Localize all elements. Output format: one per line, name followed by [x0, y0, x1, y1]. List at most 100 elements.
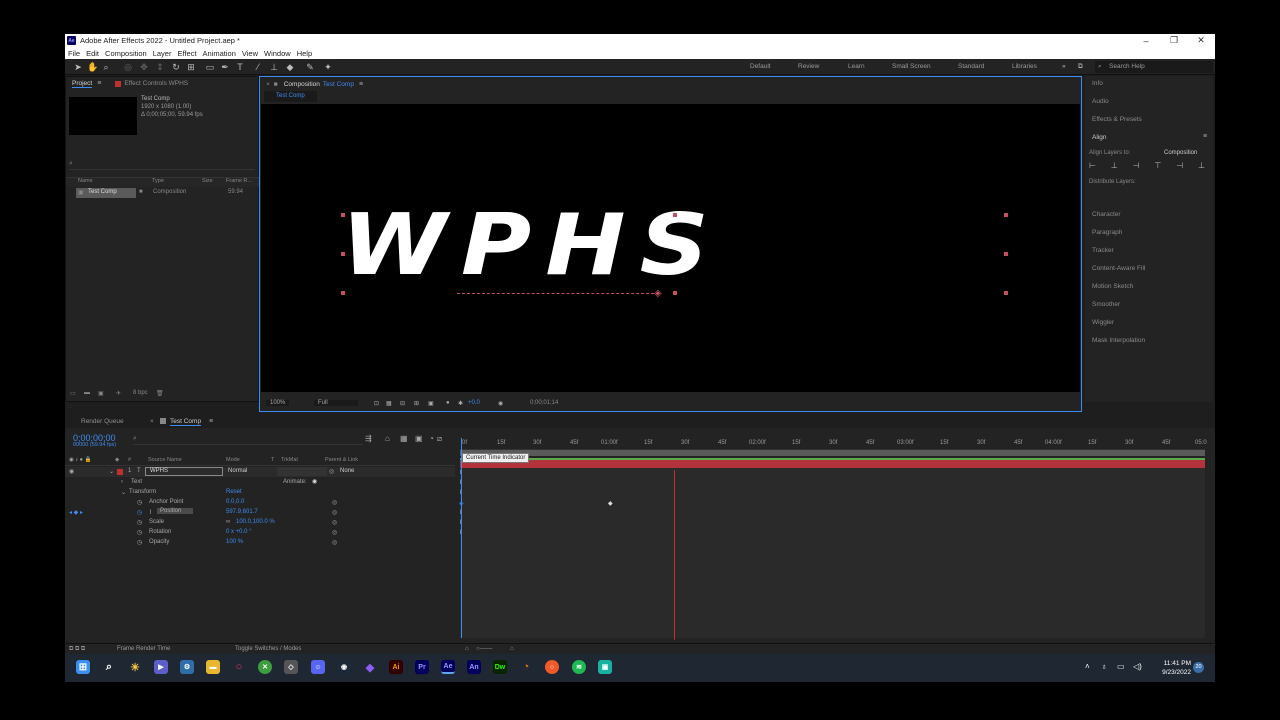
close-tab-icon[interactable]: × — [150, 418, 154, 425]
menu-view[interactable]: View — [242, 49, 258, 58]
label-color[interactable] — [117, 469, 123, 475]
parent-select[interactable]: None — [340, 468, 354, 474]
property-group-transform[interactable]: ⌄ Transform Reset — [65, 488, 455, 498]
guides-icon[interactable]: ⊞ — [414, 400, 419, 407]
hand-tool-icon[interactable]: ✋ — [87, 62, 98, 72]
panel-tracker[interactable]: Tracker — [1092, 247, 1114, 254]
col-trkmat[interactable]: TrkMat — [281, 457, 298, 463]
pick-whip-icon[interactable]: ◎ — [332, 529, 337, 536]
align-left-icon[interactable]: ⊢ — [1089, 161, 1096, 170]
align-right-icon[interactable]: ⊣ — [1133, 161, 1140, 170]
workspace-default[interactable]: Default — [750, 63, 771, 70]
exposure-icon[interactable]: ✱ — [458, 400, 463, 407]
layer-row-wphs[interactable]: ◉ ⌄ 1 T WPHS Normal ◎ None — [65, 467, 455, 477]
anchor-point-icon[interactable]: ◈ — [654, 288, 662, 299]
workspace-libraries[interactable]: Libraries — [1012, 63, 1037, 70]
tab-render-queue[interactable]: Render Queue — [81, 418, 124, 425]
col-mode[interactable]: Mode — [226, 457, 240, 463]
bbox-handle[interactable] — [673, 291, 677, 295]
zoom-tool-icon[interactable]: ⌕ — [101, 62, 111, 72]
project-settings-icon[interactable]: ✈ — [116, 390, 121, 397]
interpret-footage-icon[interactable]: ▭ — [70, 390, 76, 397]
pen-tool-icon[interactable]: ✒ — [220, 62, 230, 72]
bbox-handle[interactable] — [341, 252, 345, 256]
clone-stamp-tool-icon[interactable]: ⊥ — [269, 62, 279, 72]
channel-icon[interactable]: ▣ — [428, 400, 434, 407]
network-icon[interactable]: ▭ — [1117, 662, 1125, 671]
menu-edit[interactable]: Edit — [86, 49, 99, 58]
zoom-select[interactable]: 100% — [266, 400, 290, 406]
stopwatch-icon[interactable]: ◷ — [137, 519, 142, 526]
animate-label[interactable]: Animate: — [283, 479, 307, 485]
time-ruler[interactable]: 0f 15f 30f 45f 01:00f 15f 30f 45f 02:00f… — [460, 438, 1207, 450]
file-explorer-icon[interactable]: ▬ — [206, 660, 220, 674]
stopwatch-icon[interactable]: ◷ — [137, 539, 142, 546]
tab-timeline-test-comp[interactable]: Test Comp — [170, 418, 202, 426]
property-value[interactable]: 0 x +0.0 ° — [226, 529, 252, 535]
panel-character[interactable]: Character — [1092, 211, 1121, 218]
menu-animation[interactable]: Animation — [203, 49, 236, 58]
animate-icon[interactable]: An — [467, 660, 481, 674]
col-t[interactable]: T — [271, 457, 274, 463]
layer-mode-select[interactable]: Normal — [228, 468, 247, 474]
keyframe-nav-icon[interactable]: ◂ ◆ ▸ — [69, 509, 83, 516]
work-area-bar[interactable] — [460, 450, 1205, 456]
col-size[interactable]: Size — [202, 178, 226, 187]
steam-icon[interactable]: ◉ — [337, 660, 351, 674]
trkmat-select[interactable] — [277, 467, 327, 476]
position-keyframe-icon[interactable]: ◆ — [608, 500, 613, 507]
align-layers-to-select[interactable]: Composition — [1164, 150, 1197, 156]
property-anchor-point[interactable]: ◷ Anchor Point 0.0,0.0 ◎ — [65, 498, 455, 508]
menu-composition[interactable]: Composition — [105, 49, 147, 58]
panel-align[interactable]: Align — [1092, 134, 1106, 141]
stopwatch-icon[interactable]: ◷ — [137, 509, 142, 516]
after-effects-taskbar-icon[interactable]: Ae — [441, 660, 455, 674]
pick-whip-icon[interactable]: ◎ — [329, 468, 334, 475]
orbit-tool-icon[interactable]: ◎ — [123, 62, 133, 72]
brush-tool-icon[interactable]: ⁄ — [253, 62, 263, 72]
bbox-handle[interactable] — [341, 213, 345, 217]
workspace-small-screen[interactable]: Small Screen — [892, 63, 931, 70]
menu-effect[interactable]: Effect — [177, 49, 196, 58]
align-menu-icon[interactable]: ≡ — [1203, 133, 1207, 140]
dolly-tool-icon[interactable]: ⇕ — [155, 62, 165, 72]
pick-whip-icon[interactable]: ◎ — [332, 509, 337, 516]
xbox-icon[interactable]: ✕ — [258, 660, 272, 674]
opera-icon[interactable]: ○ — [232, 660, 246, 674]
graph-editor-icon[interactable]: ⧄ — [437, 434, 442, 444]
obsidian-icon[interactable]: ◆ — [363, 660, 377, 674]
transparency-grid-icon[interactable]: ▦ — [386, 400, 392, 407]
blender-icon[interactable]: ◔ — [519, 660, 533, 674]
dreamweaver-icon[interactable]: Dw — [493, 660, 507, 674]
discord-icon[interactable]: ☺ — [311, 660, 325, 674]
panel-content-aware-fill[interactable]: Content-Aware Fill — [1092, 265, 1145, 272]
col-type[interactable]: Type — [152, 178, 202, 187]
close-icon[interactable]: ✕ — [1187, 34, 1215, 47]
region-of-interest-icon[interactable]: ⊡ — [374, 400, 379, 407]
tab-effect-controls[interactable]: Effect Controls WPHS — [115, 80, 188, 87]
property-value[interactable]: 100 % — [226, 539, 243, 545]
composition-viewer[interactable]: WPHS ◈ — [261, 104, 1080, 392]
align-bottom-icon[interactable]: ⊥ — [1198, 161, 1205, 170]
new-comp-icon[interactable]: ▣ — [98, 390, 104, 397]
stopwatch-icon[interactable]: ◷ — [137, 529, 142, 536]
volume-icon[interactable]: ◁) — [1133, 662, 1142, 671]
workspace-standard[interactable]: Standard — [958, 63, 984, 70]
pan-tool-icon[interactable]: ✥ — [139, 62, 149, 72]
notification-badge[interactable]: 20 — [1193, 662, 1204, 673]
menu-window[interactable]: Window — [264, 49, 291, 58]
tab-project[interactable]: Project ≡ — [72, 80, 101, 88]
menu-help[interactable]: Help — [297, 49, 312, 58]
draft-3d-icon[interactable]: ⌂ — [385, 434, 390, 443]
property-value[interactable]: 100.0,100.0 % — [236, 519, 275, 525]
bbox-handle[interactable] — [1004, 213, 1008, 217]
align-hcenter-icon[interactable]: ⊥ — [1111, 161, 1118, 170]
project-row-test-comp[interactable]: ▣ Test Comp ■ Composition 59.94 — [66, 188, 260, 198]
workspace-overflow-icon[interactable]: » — [1062, 63, 1066, 70]
search-icon[interactable]: ⌕ — [102, 660, 116, 674]
delete-icon[interactable]: 🗑 — [156, 390, 164, 397]
close-tab-icon[interactable]: × — [266, 81, 270, 88]
eraser-tool-icon[interactable]: ◆ — [285, 62, 295, 72]
bbox-handle[interactable] — [1004, 252, 1008, 256]
timeline-search-input[interactable]: ⌕ — [133, 435, 363, 445]
